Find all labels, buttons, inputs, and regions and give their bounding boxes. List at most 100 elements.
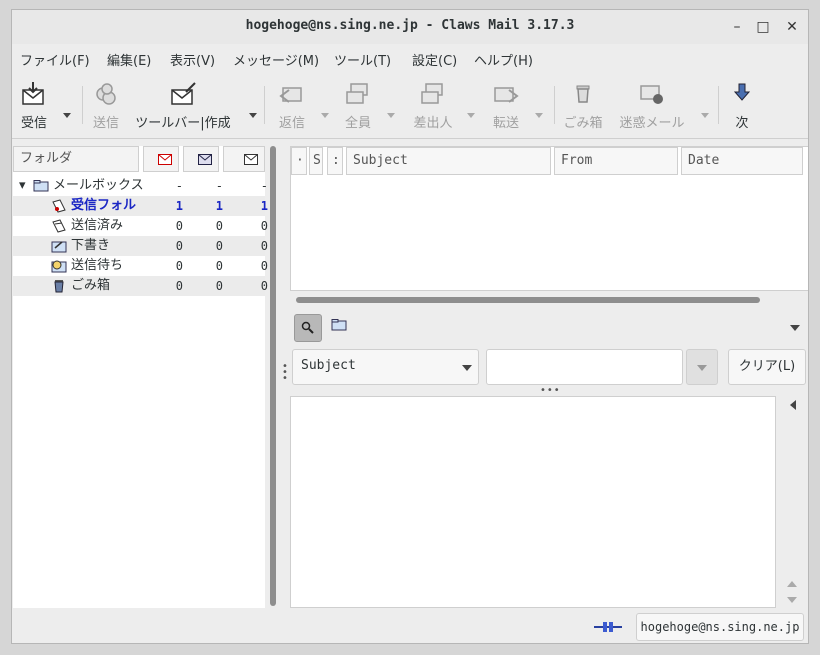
receive-button[interactable]: 受信 bbox=[16, 72, 52, 134]
new-count: 0 bbox=[215, 239, 223, 253]
scroll-down-icon[interactable] bbox=[787, 596, 797, 604]
menu-settings[interactable]: 設定(C) bbox=[412, 50, 457, 69]
search-input[interactable] bbox=[486, 349, 683, 385]
sent-icon bbox=[52, 219, 66, 233]
trash-button[interactable]: ごみ箱 bbox=[560, 72, 606, 134]
next-label: 次 bbox=[735, 116, 749, 131]
folder-name: 送信済み bbox=[71, 218, 124, 233]
forward-button[interactable]: 転送 bbox=[486, 72, 526, 134]
total-column-header[interactable] bbox=[223, 146, 265, 172]
reply-button[interactable]: 返信 bbox=[272, 72, 312, 134]
folder-pane-scrollbar[interactable] bbox=[270, 146, 276, 606]
compose-button[interactable]: ツールバー|作成 bbox=[132, 72, 234, 134]
folder-row-trash[interactable]: ごみ箱 0 0 0 bbox=[13, 276, 268, 296]
menu-help[interactable]: ヘルプ(H) bbox=[474, 50, 533, 69]
from-column-header[interactable]: From bbox=[554, 147, 678, 175]
mark-column-header[interactable]: · bbox=[291, 147, 307, 175]
reply-all-dropdown-icon[interactable] bbox=[386, 110, 396, 120]
menu-edit[interactable]: 編集(E) bbox=[107, 50, 151, 69]
search-toggle-button[interactable] bbox=[294, 314, 322, 342]
scroll-up-icon[interactable] bbox=[787, 580, 797, 588]
unread-count: 0 bbox=[175, 279, 183, 293]
pane-splitter-handle[interactable]: • • • bbox=[282, 362, 288, 384]
compose-dropdown-icon[interactable] bbox=[248, 110, 258, 120]
menu-file[interactable]: ファイル(F) bbox=[20, 50, 90, 69]
status-column-header[interactable]: S bbox=[309, 147, 323, 175]
folder-name: 下書き bbox=[71, 238, 111, 253]
unread-count: 0 bbox=[175, 239, 183, 253]
folder-column-header[interactable]: フォルダ bbox=[13, 146, 139, 172]
reply-all-icon bbox=[346, 83, 368, 104]
folder-name: メールボックス bbox=[53, 178, 143, 193]
total-count: 0 bbox=[260, 279, 268, 293]
total-count: 0 bbox=[260, 219, 268, 233]
reply-dropdown-icon[interactable] bbox=[320, 110, 330, 120]
forward-icon bbox=[494, 87, 519, 103]
toolbar-separator bbox=[82, 86, 83, 124]
search-history-button[interactable] bbox=[686, 349, 718, 385]
spam-dropdown-icon[interactable] bbox=[700, 110, 710, 120]
folder-row-queue[interactable]: 送信待ち 0 0 0 bbox=[13, 256, 268, 276]
next-button[interactable]: 次 bbox=[726, 72, 758, 134]
new-column-header[interactable] bbox=[183, 146, 219, 172]
collapse-arrow-icon[interactable]: ▾ bbox=[19, 176, 26, 196]
folder-row-drafts[interactable]: 下書き 0 0 0 bbox=[13, 236, 268, 256]
folder-row-inbox[interactable]: 受信フォル 1 1 1 bbox=[13, 196, 268, 216]
chevron-left-icon[interactable] bbox=[789, 400, 797, 410]
reply-icon bbox=[279, 87, 302, 103]
status-bar: hogehoge@ns.sing.ne.jp bbox=[12, 610, 808, 643]
message-preview[interactable] bbox=[290, 396, 776, 608]
forward-label: 転送 bbox=[492, 116, 519, 131]
new-mail-icon bbox=[198, 154, 212, 165]
unread-column-header[interactable] bbox=[143, 146, 179, 172]
menu-view[interactable]: 表示(V) bbox=[170, 50, 215, 69]
mailbox-folder-icon bbox=[33, 180, 49, 192]
subject-column-header[interactable]: Subject bbox=[346, 147, 551, 175]
spam-icon bbox=[640, 85, 663, 104]
trash-label: ごみ箱 bbox=[563, 116, 603, 131]
total-count: - bbox=[260, 179, 268, 193]
unread-mail-icon bbox=[158, 154, 172, 165]
maximize-icon[interactable]: □ bbox=[752, 16, 774, 38]
clear-search-button[interactable]: クリア(L) bbox=[728, 349, 806, 385]
menu-message[interactable]: メッセージ(M) bbox=[233, 50, 319, 69]
total-count: 0 bbox=[260, 239, 268, 253]
search-field-selector[interactable]: Subject bbox=[292, 349, 479, 385]
toolbar-separator bbox=[718, 86, 719, 124]
new-count: 0 bbox=[215, 219, 223, 233]
folder-icon[interactable] bbox=[331, 319, 347, 331]
attachment-column-header[interactable]: : bbox=[327, 147, 343, 175]
folder-row-sent[interactable]: 送信済み 0 0 0 bbox=[13, 216, 268, 236]
toolbar: 受信 送信 ツールバー|作成 返信 全員 差出人 転送 ごみ箱 迷惑メール 次 bbox=[12, 72, 808, 139]
date-column-header[interactable]: Date bbox=[681, 147, 803, 175]
chevron-down-icon[interactable] bbox=[790, 324, 800, 332]
reply-sender-button[interactable]: 差出人 bbox=[408, 72, 458, 134]
folder-row-mailbox[interactable]: ▾ メールボックス - - - bbox=[13, 176, 268, 196]
reply-sender-dropdown-icon[interactable] bbox=[466, 110, 476, 120]
message-list-scrollbar[interactable] bbox=[296, 297, 760, 303]
receive-dropdown-icon[interactable] bbox=[62, 110, 72, 120]
chevron-down-icon bbox=[697, 365, 707, 371]
spam-label: 迷惑メール bbox=[619, 116, 685, 131]
receive-label: 受信 bbox=[20, 116, 47, 131]
unread-count: - bbox=[175, 179, 183, 193]
chevron-down-icon bbox=[462, 365, 472, 371]
send-label: 送信 bbox=[92, 116, 119, 131]
forward-dropdown-icon[interactable] bbox=[534, 110, 544, 120]
preview-splitter-handle[interactable]: ••• bbox=[540, 385, 561, 396]
account-selector-button[interactable]: hogehoge@ns.sing.ne.jp bbox=[636, 613, 804, 641]
close-icon[interactable]: ✕ bbox=[781, 16, 803, 38]
online-status-icon[interactable] bbox=[594, 621, 622, 633]
unread-count: 1 bbox=[175, 199, 183, 213]
spam-button[interactable]: 迷惑メール bbox=[614, 72, 690, 134]
menu-tools[interactable]: ツール(T) bbox=[334, 50, 391, 69]
reply-all-button[interactable]: 全員 bbox=[338, 72, 378, 134]
toolbar-separator bbox=[554, 86, 555, 124]
reply-sender-icon bbox=[421, 83, 443, 104]
arrow-down-icon bbox=[733, 83, 751, 101]
send-button[interactable]: 送信 bbox=[86, 72, 126, 134]
unread-count: 0 bbox=[175, 219, 183, 233]
folder-name: 受信フォル bbox=[71, 198, 137, 213]
queue-icon bbox=[51, 260, 67, 273]
minimize-icon[interactable]: – bbox=[726, 16, 748, 38]
